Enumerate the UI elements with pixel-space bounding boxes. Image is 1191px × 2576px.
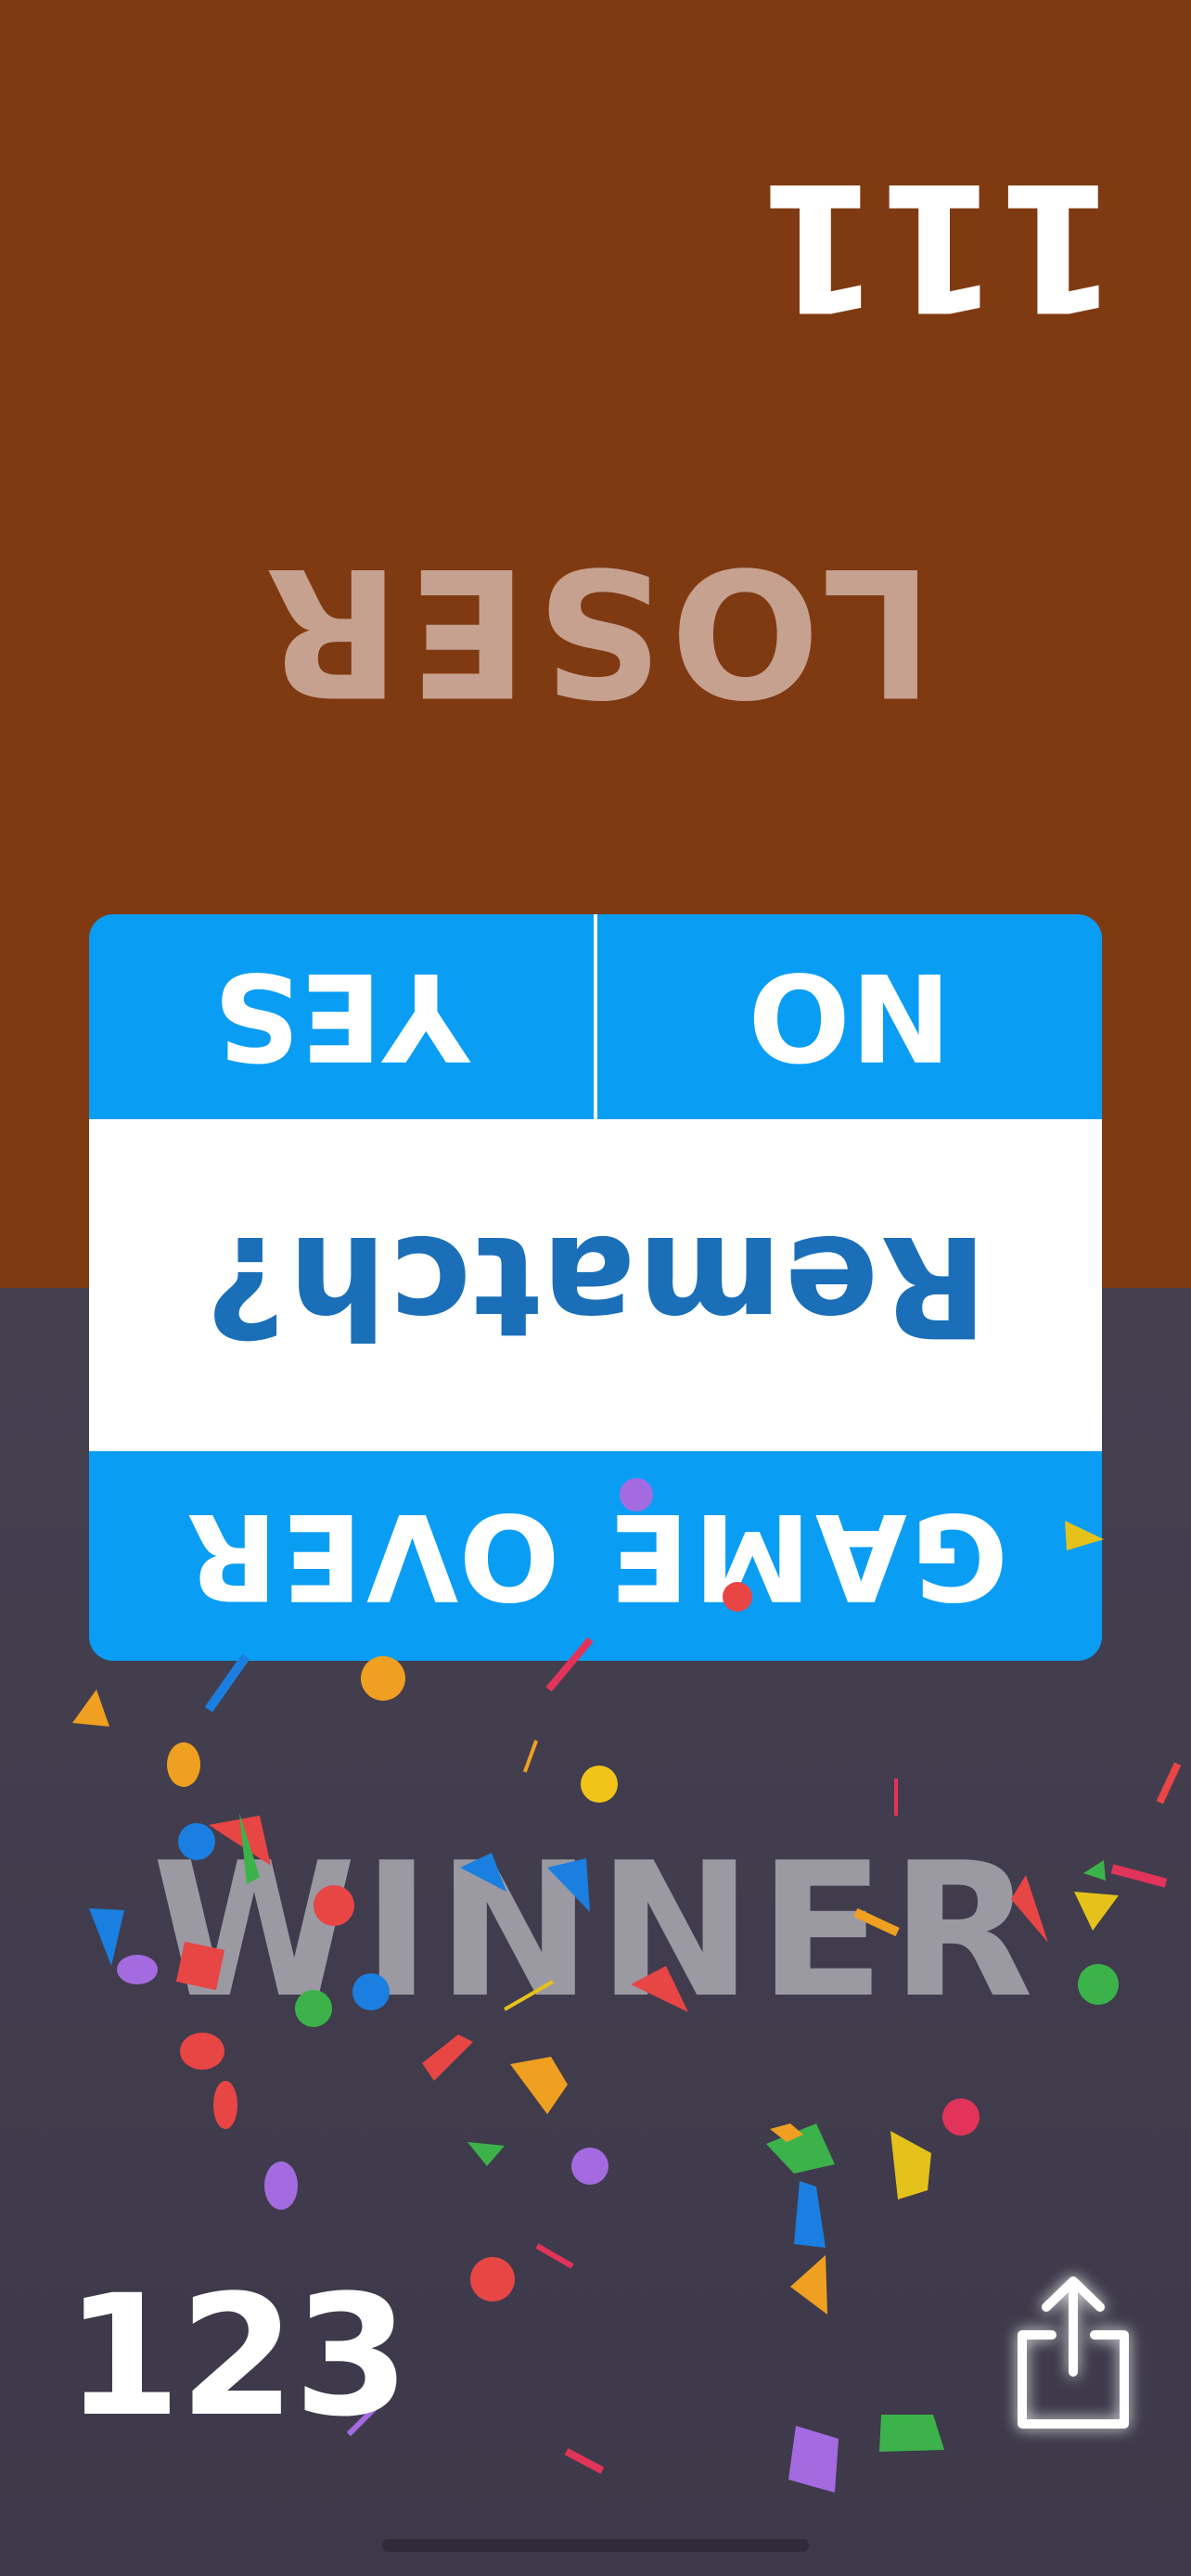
player-score: 123 (65, 2260, 410, 2454)
button-divider (594, 914, 597, 1119)
home-indicator (382, 2539, 809, 2552)
no-button[interactable]: NO (597, 914, 1102, 1119)
player-status-label: WINNER (151, 1823, 1040, 2039)
share-button[interactable] (1013, 2276, 1133, 2433)
dialog-title: GAME OVER (183, 1486, 1008, 1626)
rematch-question: Rematch? (89, 1119, 1102, 1451)
opponent-status-label: LOSER (257, 529, 934, 733)
yes-button[interactable]: YES (89, 914, 594, 1119)
share-icon (1018, 2276, 1129, 2429)
game-over-dialog: GAME OVER Rematch? NO YES (89, 914, 1102, 1661)
opponent-score: 111 (762, 144, 1119, 349)
